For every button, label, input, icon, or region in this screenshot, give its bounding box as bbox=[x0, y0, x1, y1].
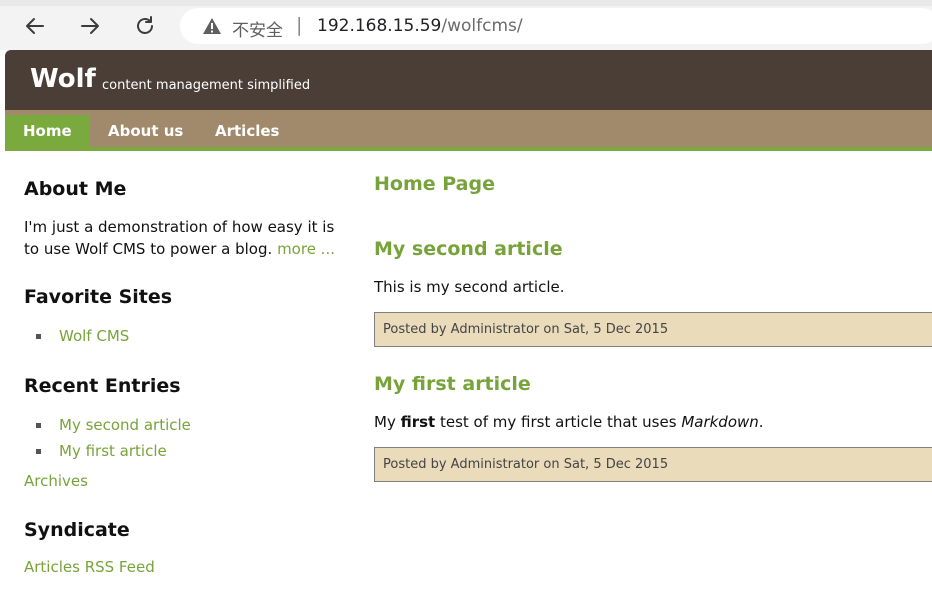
about-me-heading: About Me bbox=[24, 178, 127, 200]
address-separator: | bbox=[296, 14, 303, 36]
list-item: My first article bbox=[36, 438, 324, 464]
site-header: Wolf content management simplified bbox=[5, 50, 932, 110]
browser-toolbar: 不安全 | 192.168.15.59/wolfcms/ bbox=[0, 0, 932, 50]
about-text-line2: to use Wolf CMS to power a blog. bbox=[24, 240, 273, 258]
back-arrow-icon bbox=[26, 18, 44, 34]
reload-button[interactable] bbox=[129, 10, 161, 42]
archives-link[interactable]: Archives bbox=[24, 472, 88, 490]
nav-about-us[interactable]: About us bbox=[90, 115, 201, 147]
article-body-bold: first bbox=[400, 413, 436, 431]
forward-button[interactable] bbox=[74, 10, 106, 42]
article-body-prefix: My bbox=[374, 413, 401, 431]
nav-home[interactable]: Home bbox=[5, 115, 90, 147]
list-item: My second article bbox=[36, 412, 324, 438]
about-me-text: I'm just a demonstration of how easy it … bbox=[24, 216, 354, 260]
url-host: 192.168.15.59 bbox=[317, 16, 442, 36]
list-item: Wolf CMS bbox=[36, 323, 324, 349]
article-body-italic: Markdown bbox=[681, 413, 759, 431]
article-info-bar: Posted by Administrator on Sat, 5 Dec 20… bbox=[374, 447, 932, 482]
reload-icon bbox=[137, 16, 153, 34]
about-more-link[interactable]: more ... bbox=[277, 240, 335, 258]
site-slogan: content management simplified bbox=[102, 78, 311, 93]
nav-articles[interactable]: Articles bbox=[197, 115, 297, 147]
article-body-middle: test of my first article that uses bbox=[435, 413, 682, 431]
address-bar[interactable]: 不安全 | 192.168.15.59/wolfcms/ bbox=[180, 8, 932, 44]
main-nav: Home About us Articles bbox=[5, 110, 932, 151]
article-body: This is my second article. bbox=[374, 278, 565, 296]
recent-entries-heading: Recent Entries bbox=[24, 375, 181, 397]
article-body: My first test of my first article that u… bbox=[374, 413, 764, 431]
page-title: Home Page bbox=[374, 173, 495, 195]
tab-strip bbox=[0, 0, 932, 6]
recent-link-first-article[interactable]: My first article bbox=[59, 442, 167, 460]
favorite-sites-list: Wolf CMS bbox=[24, 323, 324, 349]
back-button[interactable] bbox=[19, 10, 51, 42]
favorite-sites-heading: Favorite Sites bbox=[24, 286, 173, 308]
article-body-suffix: . bbox=[758, 413, 764, 431]
url-path: /wolfcms/ bbox=[441, 16, 523, 36]
not-secure-label[interactable]: 不安全 bbox=[232, 16, 283, 41]
favorite-link-wolf-cms[interactable]: Wolf CMS bbox=[59, 327, 129, 345]
article-info-bar: Posted by Administrator on Sat, 5 Dec 20… bbox=[374, 312, 932, 347]
syndicate-heading: Syndicate bbox=[24, 519, 130, 541]
article-title: My second article bbox=[374, 238, 563, 260]
about-text-line1: I'm just a demonstration of how easy it … bbox=[24, 218, 335, 236]
url-text[interactable]: 192.168.15.59/wolfcms/ bbox=[317, 16, 523, 36]
article-title-link-second[interactable]: My second article bbox=[374, 238, 563, 260]
forward-arrow-icon bbox=[81, 18, 99, 34]
recent-entries-list: My second article My first article bbox=[24, 412, 324, 464]
article-title: My first article bbox=[374, 373, 531, 395]
article-title-link-first[interactable]: My first article bbox=[374, 373, 531, 395]
warning-icon[interactable] bbox=[202, 17, 222, 35]
site-logo[interactable]: Wolf bbox=[30, 64, 96, 94]
recent-link-second-article[interactable]: My second article bbox=[59, 416, 191, 434]
rss-feed-link[interactable]: Articles RSS Feed bbox=[24, 558, 155, 576]
